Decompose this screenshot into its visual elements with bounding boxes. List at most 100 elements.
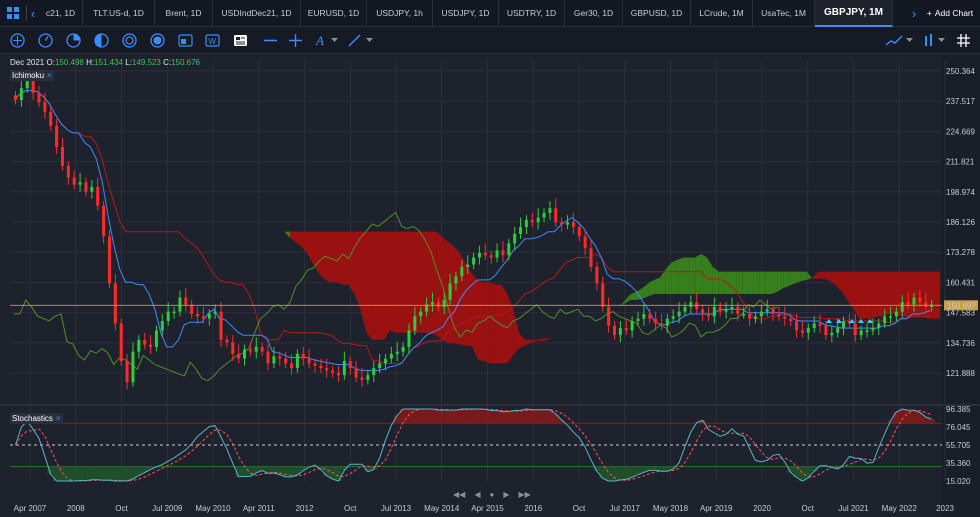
candle-body[interactable] — [184, 297, 188, 305]
stochastics-label[interactable]: Stochastics × — [10, 413, 63, 424]
candle-body[interactable] — [595, 266, 599, 284]
candle-body[interactable] — [795, 321, 799, 331]
candle-body[interactable] — [577, 226, 581, 237]
candle-body[interactable] — [542, 212, 546, 218]
candle-body[interactable] — [78, 182, 82, 185]
candle-body[interactable] — [290, 363, 294, 369]
chart-type-dropdown-icon[interactable] — [905, 32, 913, 49]
candle-body[interactable] — [877, 323, 881, 329]
candle-body[interactable] — [284, 358, 288, 364]
candle-body[interactable] — [483, 252, 487, 256]
candle-body[interactable] — [172, 311, 176, 314]
chart-image-icon[interactable] — [177, 32, 194, 49]
candle-body[interactable] — [119, 323, 123, 362]
candle-body[interactable] — [31, 81, 35, 93]
tab-usdjpy-1d[interactable]: USDJPY, 1D — [433, 0, 499, 27]
candle-body[interactable] — [806, 328, 810, 333]
candle-body[interactable] — [90, 186, 94, 192]
candle-body[interactable] — [107, 236, 111, 284]
candle-body[interactable] — [125, 361, 129, 383]
candle-body[interactable] — [201, 316, 205, 319]
reset-icon[interactable]: ● — [489, 490, 494, 499]
candle-body[interactable] — [225, 339, 229, 343]
tab-brent-1d[interactable]: Brent, 1D — [155, 0, 213, 27]
candle-body[interactable] — [307, 358, 311, 364]
candle-body[interactable] — [348, 361, 352, 369]
tab-ger30-1d[interactable]: Ger30, 1D — [565, 0, 623, 27]
candle-body[interactable] — [648, 313, 652, 319]
candle-body[interactable] — [72, 177, 76, 185]
layout-grid-icon[interactable] — [0, 0, 26, 27]
candle-body[interactable] — [659, 323, 663, 326]
candle-body[interactable] — [777, 313, 781, 317]
candle-body[interactable] — [448, 283, 452, 300]
candle-body[interactable] — [477, 252, 481, 258]
candle-body[interactable] — [37, 92, 41, 103]
candle-body[interactable] — [701, 309, 705, 314]
candle-body[interactable] — [495, 250, 499, 258]
tab-usdjpy-1h[interactable]: USDJPY, 1h — [367, 0, 433, 27]
candle-body[interactable] — [548, 208, 552, 213]
candle-body[interactable] — [430, 302, 434, 305]
ichimoku-label[interactable]: Ichimoku × — [10, 70, 54, 81]
candle-body[interactable] — [642, 313, 646, 319]
candle-body[interactable] — [771, 309, 775, 314]
indicators-icon[interactable] — [921, 32, 938, 49]
candle-body[interactable] — [325, 368, 329, 371]
candle-body[interactable] — [319, 365, 323, 369]
add-chart-button[interactable]: + Add Chart — [920, 0, 980, 27]
candle-body[interactable] — [507, 243, 511, 256]
candle-body[interactable] — [783, 316, 787, 319]
candle-body[interactable] — [748, 313, 752, 319]
candle-body[interactable] — [248, 349, 252, 352]
candle-body[interactable] — [759, 311, 763, 317]
candle-body[interactable] — [154, 330, 158, 347]
scroll-end-icon[interactable]: ▶▶ — [518, 490, 530, 499]
candle-body[interactable] — [730, 306, 734, 310]
candle-body[interactable] — [554, 208, 558, 223]
candle-body[interactable] — [530, 219, 534, 223]
chart-area[interactable]: Apr 2007 2008 Oct Jul 2009 May 2010 Apr 2011 2… — [0, 56, 980, 517]
candle-body[interactable] — [853, 323, 857, 336]
candle-body[interactable] — [166, 311, 170, 322]
candle-body[interactable] — [706, 313, 710, 317]
candle-body[interactable] — [295, 353, 299, 369]
candle-body[interactable] — [924, 302, 928, 307]
candle-body[interactable] — [43, 102, 47, 112]
candle-body[interactable] — [677, 311, 681, 317]
candle-body[interactable] — [601, 283, 605, 307]
candle-body[interactable] — [436, 302, 440, 307]
candle-body[interactable] — [718, 306, 722, 312]
candle-body[interactable] — [96, 186, 100, 206]
timer-icon[interactable] — [37, 32, 54, 49]
tabs-scroll-right-icon[interactable]: › — [908, 0, 920, 27]
candle-body[interactable] — [818, 323, 822, 326]
candle-body[interactable] — [454, 276, 458, 284]
candle-body[interactable] — [636, 318, 640, 322]
candle-body[interactable] — [753, 316, 757, 319]
candle-body[interactable] — [607, 306, 611, 326]
candle-body[interactable] — [519, 226, 523, 235]
tab-c21-1d[interactable]: c21, 1D — [39, 0, 83, 27]
tab-tlt-us-d-1d[interactable]: TLT.US-d, 1D — [83, 0, 155, 27]
candle-body[interactable] — [671, 316, 675, 319]
candle-body[interactable] — [207, 313, 211, 319]
candle-body[interactable] — [149, 344, 153, 347]
candle-body[interactable] — [812, 323, 816, 329]
candle-body[interactable] — [742, 313, 746, 316]
candle-body[interactable] — [472, 257, 476, 265]
candle-body[interactable] — [824, 325, 828, 336]
candle-body[interactable] — [524, 219, 528, 227]
price-chart[interactable]: Apr 2007 2008 Oct Jul 2009 May 2010 Apr 2011 2… — [0, 56, 980, 517]
candle-body[interactable] — [237, 353, 241, 359]
candle-body[interactable] — [113, 283, 117, 324]
half-circle-icon[interactable] — [93, 32, 110, 49]
candle-body[interactable] — [401, 346, 405, 352]
candle-body[interactable] — [160, 321, 164, 331]
candle-body[interactable] — [800, 330, 804, 333]
candle-body[interactable] — [243, 349, 247, 359]
candle-body[interactable] — [589, 248, 593, 267]
tabs-scroll-left-icon[interactable]: ‹ — [27, 0, 39, 27]
candle-body[interactable] — [695, 302, 699, 310]
trendline-tool-icon[interactable] — [346, 32, 363, 49]
